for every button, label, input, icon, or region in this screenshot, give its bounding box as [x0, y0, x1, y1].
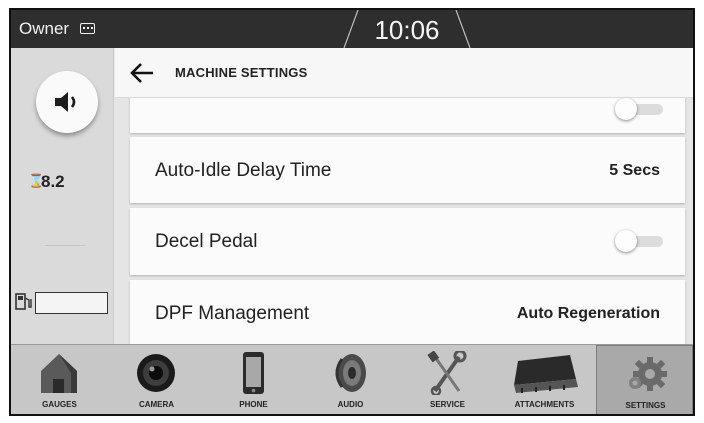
volume-button[interactable] [36, 71, 98, 133]
bottom-nav: GAUGES CAMERA PHONE AUDIO SERVICE ATTACH… [11, 344, 693, 414]
speaker-icon [335, 354, 366, 392]
list-item-partial[interactable] [130, 98, 685, 133]
speaker-icon [55, 92, 76, 112]
toggle-knob [615, 98, 637, 120]
setting-label: DPF Management [155, 303, 310, 324]
clock-tab: 10:06 [342, 10, 472, 48]
page-title: MACHINE SETTINGS [175, 65, 308, 80]
nav-label: PHONE [239, 400, 268, 409]
setting-value: 5 Secs [609, 162, 660, 179]
keyboard-icon[interactable] [80, 23, 95, 34]
setting-label: Auto-Idle Delay Time [155, 160, 332, 181]
setting-value: Auto Regeneration [516, 305, 660, 322]
settings-list[interactable]: Auto-Idle Delay Time 5 Secs Decel Pedal … [115, 98, 693, 344]
status-bar: Owner 10:06 [11, 10, 693, 48]
bucket-icon [514, 355, 578, 393]
nav-gauges[interactable]: GAUGES [11, 345, 108, 414]
nav-settings[interactable]: SETTINGS [596, 345, 693, 414]
clock-time: 10:06 [374, 15, 440, 45]
gear-icon [629, 357, 667, 391]
setting-row-auto-idle[interactable]: Auto-Idle Delay Time 5 Secs [130, 137, 685, 203]
wrench-screwdriver-icon [427, 351, 467, 395]
fuel-level-bar [35, 292, 108, 314]
engine-hours-value: 8.2 [41, 172, 65, 191]
nav-attachments[interactable]: ATTACHMENTS [496, 345, 593, 414]
nav-audio[interactable]: AUDIO [302, 345, 399, 414]
setting-row-decel-pedal[interactable]: Decel Pedal [130, 208, 685, 275]
fuel-pump-icon [15, 293, 32, 310]
nav-service[interactable]: SERVICE [399, 345, 496, 414]
phone-icon [243, 352, 264, 394]
nav-phone[interactable]: PHONE [205, 345, 302, 414]
nav-label: ATTACHMENTS [514, 400, 575, 409]
decel-pedal-toggle[interactable] [615, 230, 663, 252]
nav-label: GAUGES [42, 400, 77, 409]
nav-label: CAMERA [138, 400, 175, 409]
display-screen: Owner 10:06 ⌛ 8.2 MACHINE SETTINGS Auto-… [9, 8, 695, 416]
nav-label: SERVICE [430, 400, 465, 409]
page-header: MACHINE SETTINGS [115, 48, 693, 98]
setting-label: Decel Pedal [155, 231, 258, 252]
user-profile-label[interactable]: Owner [19, 19, 69, 39]
nav-camera[interactable]: CAMERA [108, 345, 205, 414]
left-rail: ⌛ 8.2 [11, 48, 114, 344]
setting-row-dpf-management[interactable]: DPF Management Auto Regeneration [130, 280, 685, 344]
rail-divider [45, 245, 85, 246]
nav-label: SETTINGS [625, 401, 666, 410]
arrow-left-icon[interactable] [129, 62, 155, 84]
nav-label: AUDIO [337, 400, 364, 409]
camera-lens-icon [137, 354, 175, 392]
toggle-switch-partial[interactable] [615, 98, 663, 120]
house-icon [41, 354, 77, 393]
toggle-knob [615, 230, 637, 252]
